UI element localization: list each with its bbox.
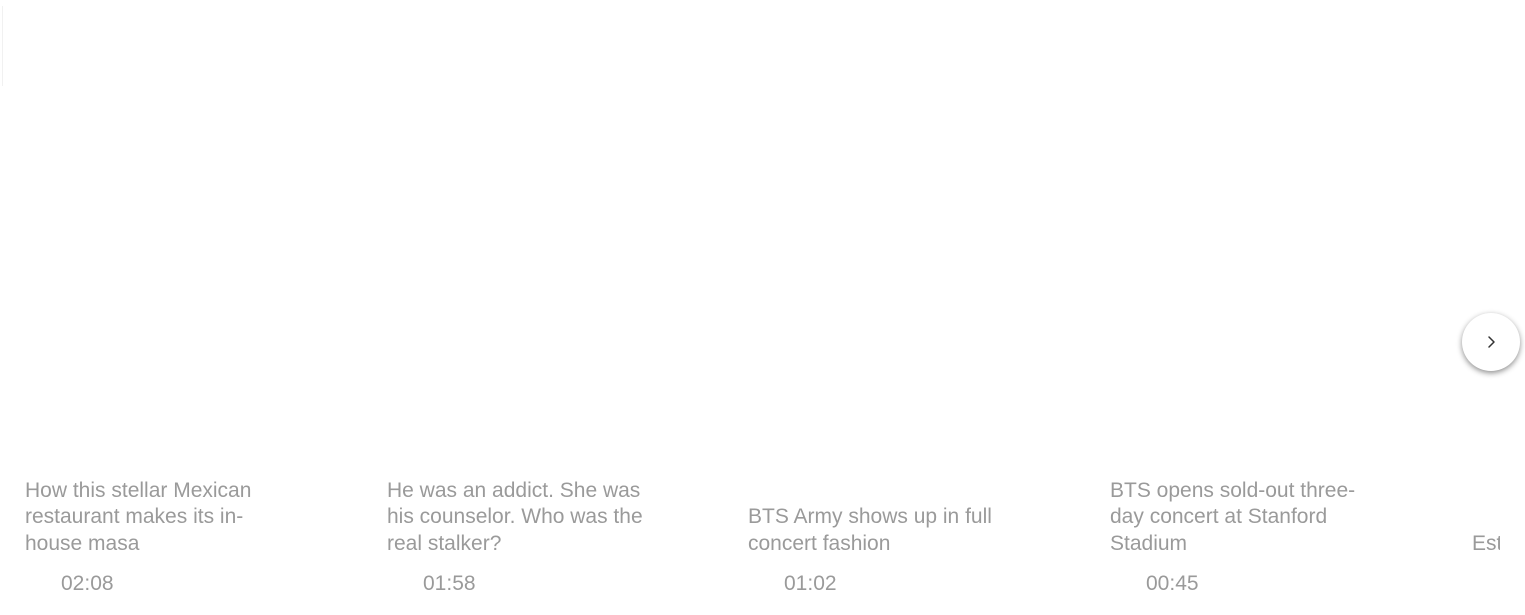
video-duration: 02:08 [61, 572, 114, 595]
video-thumbnail[interactable] [1085, 0, 1425, 455]
video-thumbnail[interactable] [362, 0, 702, 455]
video-thumbnail[interactable] [1447, 0, 1500, 455]
video-title[interactable]: BTS opens sold-out three-day concert at … [1110, 478, 1380, 558]
video-title[interactable]: Est res dra [1472, 531, 1500, 558]
chevron-right-icon [1484, 335, 1498, 349]
video-card[interactable]: BTS Army shows up in full concert fashio… [723, 0, 1063, 615]
video-duration: 01:02 [784, 572, 837, 595]
video-title[interactable]: How this stellar Mexican restaurant make… [25, 478, 295, 558]
video-card[interactable]: He was an addict. She was his counselor.… [362, 0, 702, 615]
video-carousel: How this stellar Mexican restaurant make… [0, 0, 1525, 615]
video-card[interactable]: BTS opens sold-out three-day concert at … [1085, 0, 1425, 615]
video-title[interactable]: BTS Army shows up in full concert fashio… [748, 504, 1018, 557]
thumbnail-border [2, 6, 3, 86]
carousel-track: How this stellar Mexican restaurant make… [0, 0, 1500, 615]
carousel-next-button[interactable] [1462, 313, 1520, 371]
video-thumbnail[interactable] [723, 0, 1063, 455]
video-thumbnail[interactable] [0, 0, 340, 455]
video-title[interactable]: He was an addict. She was his counselor.… [387, 478, 657, 558]
video-duration: 00:45 [1146, 572, 1199, 595]
video-duration: 01:58 [423, 572, 476, 595]
video-card[interactable]: Est res dra [1447, 0, 1500, 615]
video-card[interactable]: How this stellar Mexican restaurant make… [0, 0, 340, 615]
